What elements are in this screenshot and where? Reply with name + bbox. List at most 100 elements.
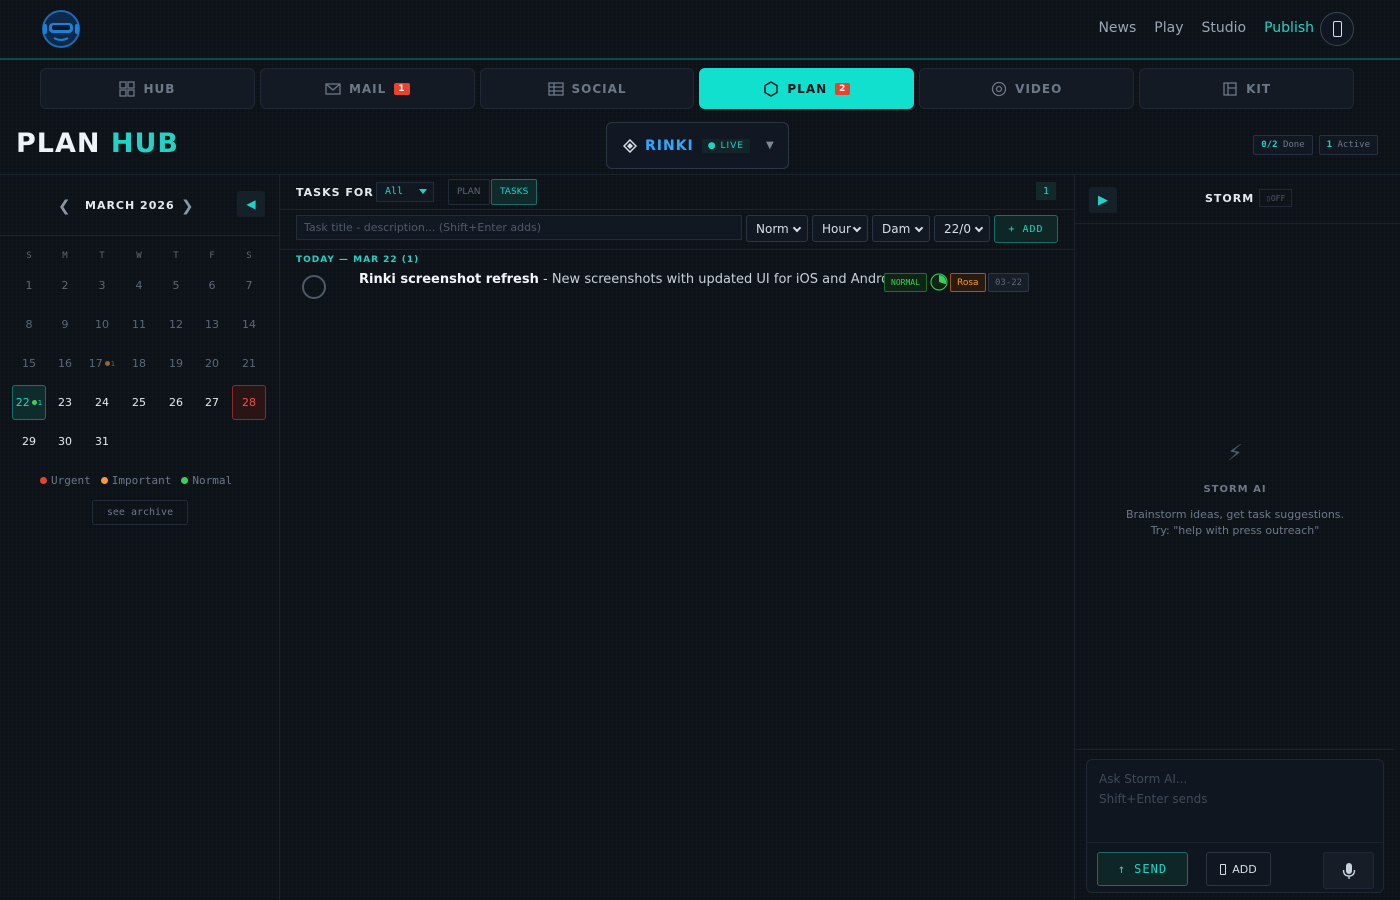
calendar-day[interactable]: 16	[48, 346, 82, 381]
day-number: 16	[58, 357, 72, 370]
next-month-button[interactable]: ❯	[181, 197, 194, 215]
calendar-day[interactable]: 21	[232, 346, 266, 381]
storm-state-badge[interactable]: ▯ OFF	[1259, 189, 1293, 207]
date-select[interactable]: 22/0	[934, 215, 990, 242]
project-name: RINKI	[645, 137, 694, 154]
calendar-day[interactable]: 8	[12, 307, 46, 342]
calendar-day[interactable]: 5	[159, 268, 193, 303]
day-number: 15	[22, 357, 36, 370]
day-number: 31	[95, 435, 109, 448]
hexagon-icon	[763, 80, 779, 97]
chevron-down-icon	[419, 189, 427, 194]
tasks-mode-button[interactable]: TASKS	[491, 179, 538, 205]
active-stat: 1 Active	[1318, 135, 1378, 155]
tab-hub[interactable]: HUB	[40, 68, 255, 109]
calendar-day[interactable]: 13	[195, 307, 229, 342]
assignee-select[interactable]: Dam	[872, 215, 930, 242]
day-number: 3	[98, 279, 106, 292]
calendar-day[interactable]: 17 1	[85, 346, 119, 381]
plan-mode-button[interactable]: PLAN	[448, 179, 490, 205]
tab-kit[interactable]: KIT	[1139, 68, 1354, 109]
project-selector[interactable]: RINKI ● LIVE ▼	[606, 122, 789, 169]
day-number: 13	[205, 318, 219, 331]
calendar-day[interactable]: 22 1	[12, 385, 46, 420]
tab-social[interactable]: SOCIAL	[479, 68, 695, 109]
calendar-day[interactable]: 1	[12, 268, 46, 303]
chevron-down-icon	[792, 223, 802, 233]
owner-tag: Rosa	[950, 273, 986, 292]
send-button[interactable]: ↑ SEND	[1097, 852, 1188, 886]
page-title: PLAN HUB	[16, 128, 179, 159]
day-number: 21	[242, 357, 256, 370]
prev-month-button[interactable]: ❮	[58, 197, 71, 215]
calendar-day[interactable]: 11	[122, 307, 156, 342]
task-title-input[interactable]: Task title - description... (Shift+Enter…	[296, 215, 742, 240]
storm-toggle-button[interactable]: ▶	[1089, 187, 1117, 213]
chevron-down-icon	[852, 223, 862, 233]
add-button[interactable]: ADD	[1206, 852, 1271, 886]
target-icon	[991, 81, 1007, 97]
calendar-day[interactable]: 30	[48, 424, 82, 459]
see-archive-button[interactable]: see archive	[92, 500, 188, 525]
unit-select[interactable]: Hour	[812, 215, 868, 242]
day-number: 10	[95, 318, 109, 331]
calendar-day[interactable]: 24	[85, 385, 119, 420]
done-stat: 0/2 Done	[1253, 135, 1313, 155]
mobile-preview-button[interactable]	[1320, 12, 1354, 46]
calendar-day[interactable]: 2	[48, 268, 82, 303]
calendar-day[interactable]: 29	[12, 424, 46, 459]
calendar-day[interactable]: 23	[48, 385, 82, 420]
normal-task-dot	[31, 400, 37, 405]
calendar-day[interactable]: 25	[122, 385, 156, 420]
task-text: Rinki screenshot refresh - New screensho…	[359, 272, 901, 287]
storm-chat-input[interactable]: Ask Storm AI... Shift+Enter sends ↑ SEND …	[1086, 759, 1384, 893]
weekday-label: T	[173, 251, 179, 261]
task-count: 1	[110, 359, 116, 368]
collapse-calendar-button[interactable]: ◀	[237, 191, 265, 217]
calendar-day[interactable]: 12	[159, 307, 193, 342]
add-task-button[interactable]: + ADD	[994, 215, 1058, 243]
weekday-label: T	[99, 251, 105, 261]
tab-label: KIT	[1246, 81, 1272, 96]
calendar-day[interactable]: 9	[48, 307, 82, 342]
calendar-day[interactable]: 4	[122, 268, 156, 303]
legend-important: Important	[100, 474, 171, 487]
calendar-day[interactable]: 27	[195, 385, 229, 420]
calendar-header: ❮ MARCH 2026 ❯ ◀	[0, 191, 280, 221]
tab-plan[interactable]: PLAN 2	[699, 68, 915, 109]
day-number: 20	[205, 357, 219, 370]
assignee-value: Dam	[882, 222, 911, 236]
date-value: 22/0	[944, 222, 971, 236]
day-number: 19	[169, 357, 183, 370]
tab-mail[interactable]: MAIL 1	[259, 68, 475, 109]
calendar-day[interactable]: 31	[85, 424, 119, 459]
calendar-day[interactable]: 15	[12, 346, 46, 381]
task-filter-select[interactable]: All	[376, 182, 434, 202]
calendar-day[interactable]: 20	[195, 346, 229, 381]
microphone-button[interactable]	[1323, 852, 1374, 889]
nav-play[interactable]: Play	[1154, 20, 1183, 36]
logo-icon[interactable]	[40, 9, 82, 49]
calendar-day[interactable]: 7	[232, 268, 266, 303]
task-complete-checkbox[interactable]	[302, 275, 326, 299]
nav-publish[interactable]: Publish	[1264, 20, 1314, 36]
priority-select[interactable]: Norm	[746, 215, 808, 242]
calendar-day[interactable]: 6	[195, 268, 229, 303]
arrow-up-icon: ↑	[1117, 862, 1127, 876]
calendar-day[interactable]: 18	[122, 346, 156, 381]
calendar-day[interactable]: 3	[85, 268, 119, 303]
nav-studio[interactable]: Studio	[1202, 20, 1247, 36]
day-number: 25	[132, 396, 146, 409]
send-label: SEND	[1134, 862, 1168, 876]
weekday-label: F	[209, 251, 215, 261]
weekday-label: M	[62, 251, 68, 261]
calendar-day[interactable]: 19	[159, 346, 193, 381]
nav-news[interactable]: News	[1098, 20, 1136, 36]
calendar-day[interactable]: 14	[232, 307, 266, 342]
task-group-heading: TODAY — MAR 22 (1)	[296, 255, 420, 265]
tab-video[interactable]: VIDEO	[919, 68, 1135, 109]
chat-hint: Shift+Enter sends	[1099, 792, 1208, 806]
calendar-day[interactable]: 10	[85, 307, 119, 342]
calendar-day[interactable]: 26	[159, 385, 193, 420]
calendar-day[interactable]: 28	[232, 385, 266, 420]
